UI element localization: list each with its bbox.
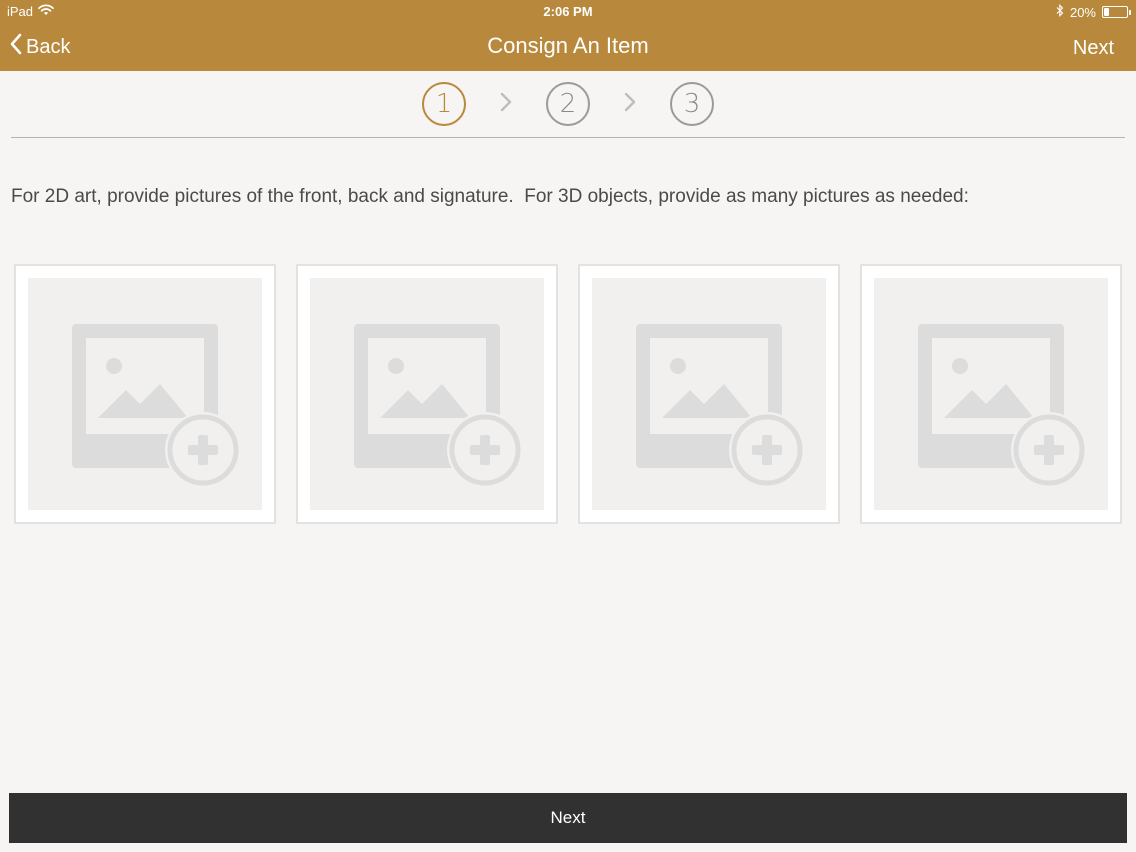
- step-2-indicator: 2: [546, 82, 590, 126]
- chevron-right-icon: [500, 92, 512, 117]
- instructions-text: For 2D art, provide pictures of the fron…: [11, 186, 969, 207]
- step-separator: [590, 92, 670, 117]
- status-right: 20%: [1056, 3, 1131, 20]
- status-bar: iPad 2:06 PM 20%: [0, 0, 1136, 24]
- step-indicator: 1 2 3: [0, 82, 1136, 126]
- step-3-indicator: 3: [670, 82, 714, 126]
- photo-placeholder: [874, 278, 1108, 510]
- battery-percent: 20%: [1069, 4, 1096, 20]
- add-photo-icon: [354, 324, 523, 488]
- add-photo-icon: [918, 324, 1087, 488]
- app-header: iPad 2:06 PM 20% Back Consign An Item Ne…: [0, 0, 1136, 71]
- battery-icon: [1102, 6, 1131, 18]
- divider: [11, 137, 1125, 138]
- add-photo-icon: [636, 324, 805, 488]
- photo-slot-3[interactable]: [578, 264, 840, 524]
- photo-placeholder: [592, 278, 826, 510]
- status-time: 2:06 PM: [543, 4, 593, 19]
- photo-slot-4[interactable]: [860, 264, 1122, 524]
- photo-placeholder: [310, 278, 544, 510]
- add-photo-icon: [72, 324, 241, 488]
- photo-slot-1[interactable]: [14, 264, 276, 524]
- bluetooth-icon: [1056, 3, 1064, 20]
- photo-slot-2[interactable]: [296, 264, 558, 524]
- photo-placeholder: [28, 278, 262, 510]
- step-1-indicator: 1: [422, 82, 466, 126]
- step-separator: [466, 92, 546, 117]
- page-title: Consign An Item: [487, 33, 649, 58]
- next-button[interactable]: Next: [9, 793, 1127, 843]
- chevron-right-icon: [624, 92, 636, 117]
- battery-level: [1104, 8, 1109, 16]
- nav-next-button[interactable]: Next: [1073, 37, 1114, 60]
- photo-slots: [14, 264, 1122, 524]
